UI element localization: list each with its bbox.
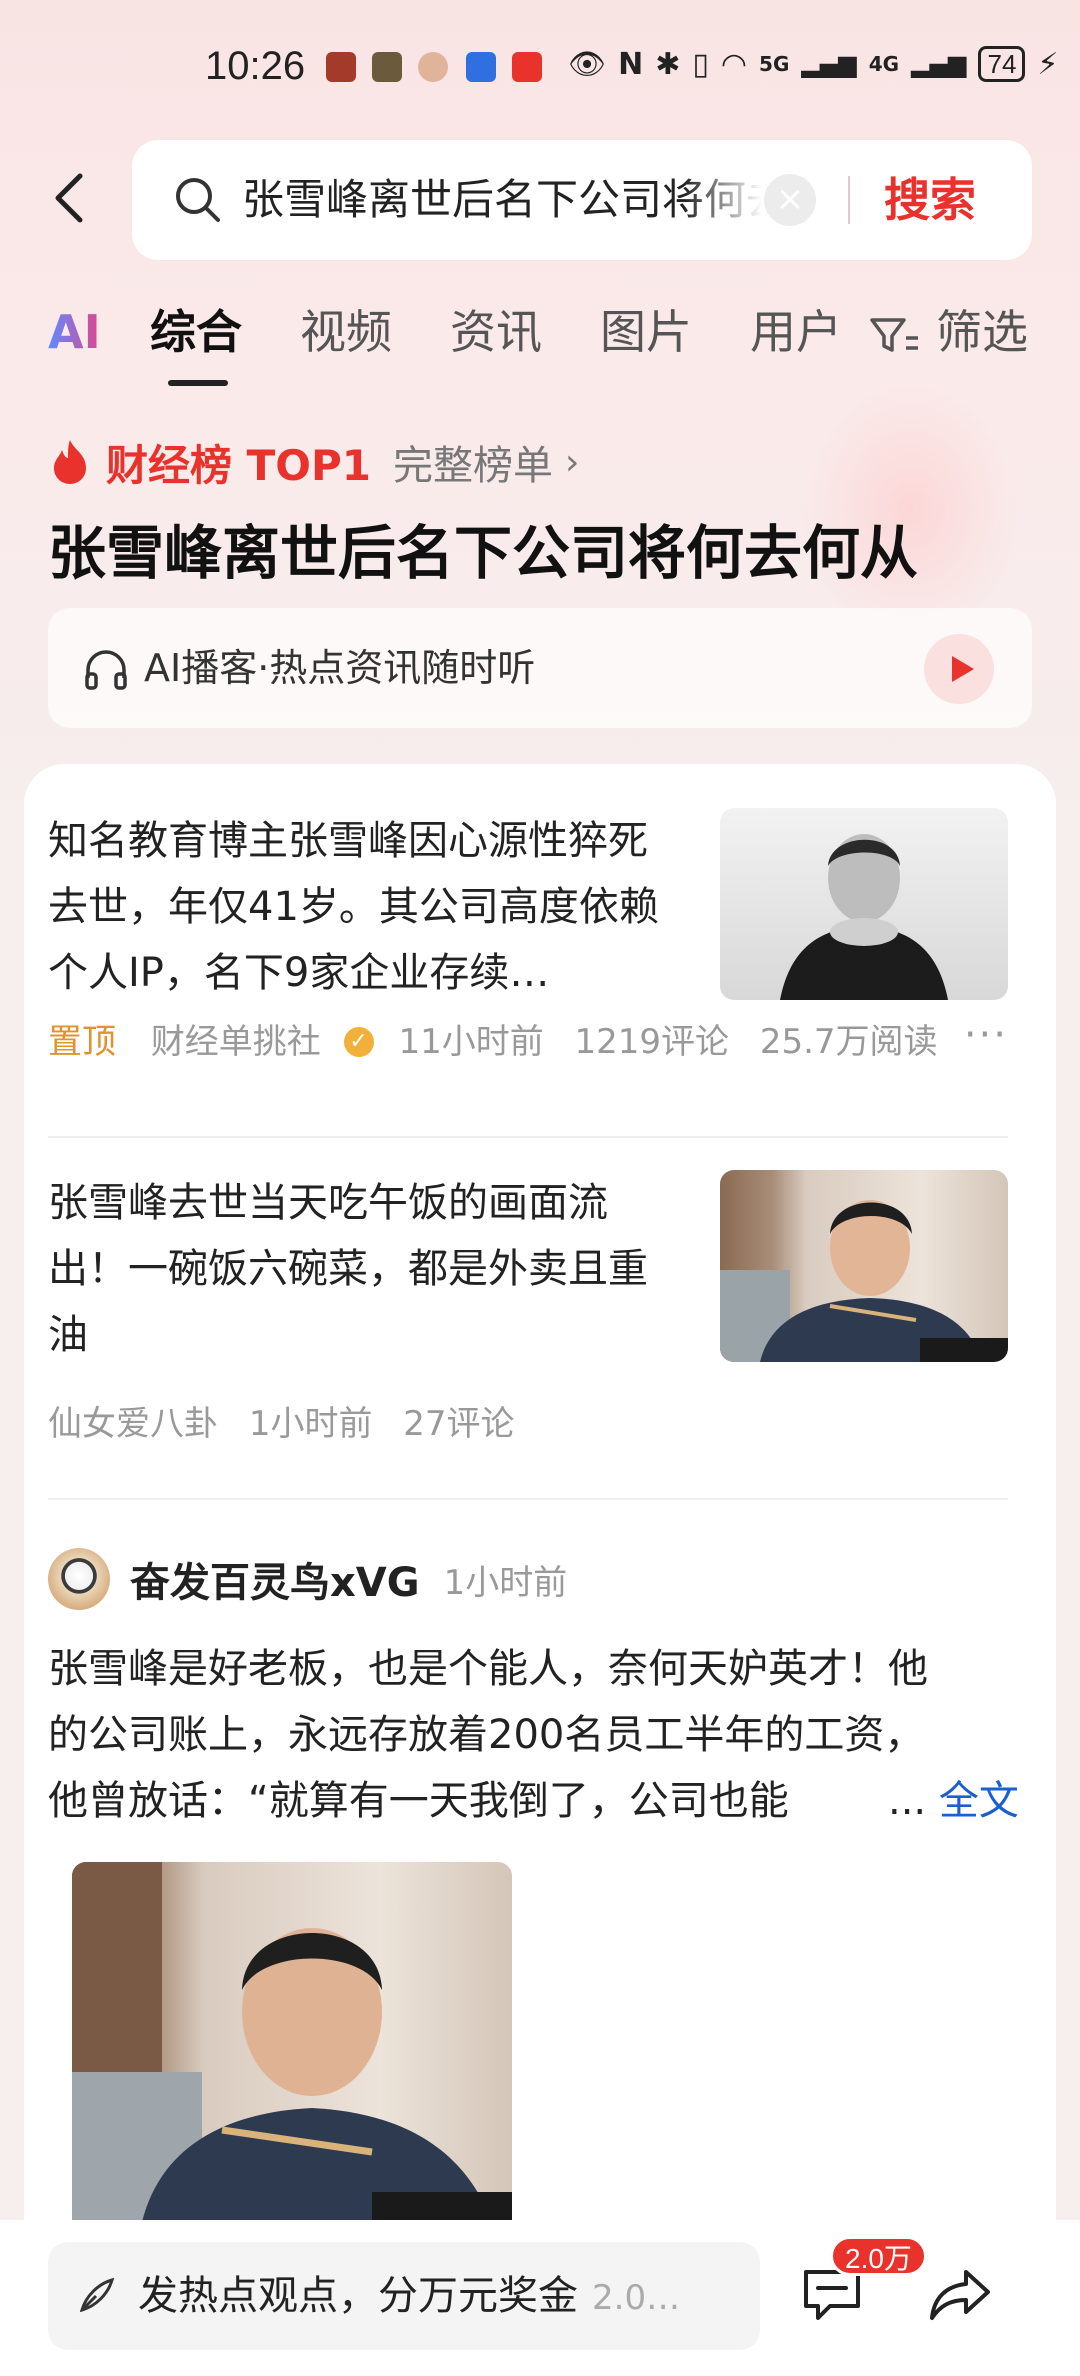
ellipsis: ... xyxy=(888,1778,927,1824)
read-more-label: 全文 xyxy=(938,1778,1019,1824)
verified-icon: ✓ xyxy=(343,1026,374,1057)
pen-icon xyxy=(79,2277,115,2313)
post-header: 奋发百灵鸟xVG 1小时前 xyxy=(48,1544,567,1614)
hot-headline[interactable]: 张雪峰离世后名下公司将何去何从 xyxy=(48,510,918,596)
filter-button[interactable]: 筛选 xyxy=(936,292,1028,372)
post-text-line: 的公司账上，永远存放着200名员工半年的工资， xyxy=(48,1712,925,1758)
pinned-badge: 置顶 xyxy=(48,1022,116,1062)
news-app-icon xyxy=(512,52,542,82)
bottom-action-bar: 发热点观点，分万元奖金 2.0… 2.0万 xyxy=(0,2220,1080,2376)
browser-app-icon xyxy=(466,52,496,82)
vibrate-icon: ▯ xyxy=(692,46,709,82)
filter-icon[interactable] xyxy=(868,316,920,356)
full-list-link[interactable]: 完整榜单 xyxy=(393,433,553,491)
signal-bars-icon: ▂▄▆ xyxy=(801,50,857,78)
post-image[interactable] xyxy=(72,1862,512,2222)
search-divider xyxy=(848,176,850,224)
tab-bar: AI 综合 视频 资讯 图片 用户 筛选 xyxy=(0,292,1080,392)
status-icons: 👁 N ✱ ▯ ◠ 5G ▂▄▆ 4G ▂▄▆ 74 ⚡ xyxy=(568,46,1058,82)
huawei-app-icon xyxy=(326,52,356,82)
signal-5g-icon: 5G xyxy=(759,52,790,76)
search-button[interactable]: 搜索 xyxy=(884,166,976,234)
article-comments: 1219评论 xyxy=(574,1022,730,1062)
avatar-app-icon xyxy=(418,52,448,82)
post-time: 1小时前 xyxy=(443,1562,568,1603)
shield-app-icon xyxy=(372,52,402,82)
article-source[interactable]: 财经单挑社 xyxy=(151,1022,321,1062)
post-text-line: 张雪峰是好老板，也是个能人，奈何天妒英才！他 xyxy=(48,1646,928,1692)
battery-level: 74 xyxy=(978,46,1026,82)
divider xyxy=(48,1498,1008,1500)
tab-ai[interactable]: AI xyxy=(48,292,101,372)
hot-rank-row[interactable]: 财经榜 TOP1 完整榜单 › xyxy=(48,432,579,492)
nfc-icon: N xyxy=(618,46,644,82)
article-thumbnail[interactable] xyxy=(720,808,1008,1000)
post-text-line: 他曾放话：“就算有一天我倒了，公司也能 xyxy=(48,1778,789,1824)
play-icon[interactable] xyxy=(924,634,994,704)
hot-rank-title: 财经榜 TOP1 xyxy=(106,440,371,490)
clear-icon[interactable]: × xyxy=(764,174,816,226)
tab-all[interactable]: 综合 xyxy=(150,292,242,372)
search-icon xyxy=(176,178,220,222)
tab-users[interactable]: 用户 xyxy=(750,292,842,372)
charging-icon: ⚡ xyxy=(1037,46,1059,82)
ai-podcast-bar[interactable]: AI播客·热点资讯随时听 xyxy=(48,608,1032,728)
post-author[interactable]: 奋发百灵鸟xVG xyxy=(130,1550,420,1608)
article-item[interactable]: 张雪峰去世当天吃午饭的画面流出！一碗饭六碗菜，都是外卖且重油 仙女爱八卦 1小时… xyxy=(48,1170,1008,1450)
chevron-right-icon: › xyxy=(564,441,580,483)
more-options-icon[interactable]: ··· xyxy=(964,1012,1008,1058)
portrait-image xyxy=(780,834,948,1000)
share-icon[interactable] xyxy=(928,2266,992,2324)
comment-prompt: 发热点观点，分万元奖金 2.0… xyxy=(138,2266,680,2328)
divider xyxy=(48,1136,1008,1138)
post-body[interactable]: 张雪峰是好老板，也是个能人，奈何天妒英才！他 的公司账上，永远存放着200名员工… xyxy=(48,1636,1008,1834)
article-time: 1小时前 xyxy=(248,1404,373,1444)
article-meta: 置顶 财经单挑社 ✓ 11小时前 1219评论 25.7万阅读 xyxy=(48,1014,958,1063)
comment-count-inline: 2.0… xyxy=(592,2278,681,2318)
read-more-link[interactable]: ... 全文 xyxy=(880,1768,1019,1834)
article-title[interactable]: 张雪峰去世当天吃午饭的画面流出！一碗饭六碗菜，都是外卖且重油 xyxy=(48,1170,668,1368)
comment-input[interactable]: 发热点观点，分万元奖金 2.0… xyxy=(48,2242,760,2350)
eye-icon: 👁 xyxy=(568,46,607,82)
status-time: 10:26 xyxy=(205,44,306,88)
tab-images[interactable]: 图片 xyxy=(600,292,692,372)
post-photo xyxy=(72,1862,512,2222)
signal-bars-icon: ▂▄▆ xyxy=(911,50,967,78)
article-thumbnail[interactable] xyxy=(720,1170,1008,1362)
avatar[interactable] xyxy=(48,1548,110,1610)
podcast-label: AI播客·热点资讯随时听 xyxy=(144,646,536,690)
search-input[interactable]: 张雪峰离世后名下公司将何去何从 xyxy=(242,168,762,232)
bluetooth-icon: ✱ xyxy=(655,46,681,82)
comment-count-badge: 2.0万 xyxy=(830,2236,927,2276)
status-bar: 10:26 👁 N ✱ ▯ ◠ 5G ▂▄▆ 4G ▂▄▆ 74 ⚡ xyxy=(0,0,1080,130)
article-meta: 仙女爱八卦 1小时前 27评论 xyxy=(48,1396,535,1445)
wifi-icon: ◠ xyxy=(720,46,748,82)
fire-icon xyxy=(54,440,86,484)
active-tab-indicator xyxy=(168,380,228,386)
video-frame-image xyxy=(720,1200,1008,1362)
back-arrow-icon xyxy=(55,173,83,223)
tab-video[interactable]: 视频 xyxy=(300,292,392,372)
article-reads: 25.7万阅读 xyxy=(759,1022,938,1062)
headphone-icon xyxy=(85,650,127,690)
article-title[interactable]: 知名教育博主张雪峰因心源性猝死去世，年仅41岁。其公司高度依赖个人IP，名下9家… xyxy=(48,808,668,1006)
article-source[interactable]: 仙女爱八卦 xyxy=(48,1404,218,1444)
article-item[interactable]: 知名教育博主张雪峰因心源性猝死去世，年仅41岁。其公司高度依赖个人IP，名下9家… xyxy=(48,808,1008,1108)
article-comments: 27评论 xyxy=(403,1404,515,1444)
article-time: 11小时前 xyxy=(398,1022,544,1062)
signal-4g-icon: 4G xyxy=(868,52,900,76)
search-box[interactable]: 张雪峰离世后名下公司将何去何从 × 搜索 xyxy=(132,140,1032,260)
tab-news[interactable]: 资讯 xyxy=(450,292,542,372)
back-button[interactable] xyxy=(40,168,100,228)
comment-prompt-label: 发热点观点，分万元奖金 xyxy=(138,2273,578,2319)
